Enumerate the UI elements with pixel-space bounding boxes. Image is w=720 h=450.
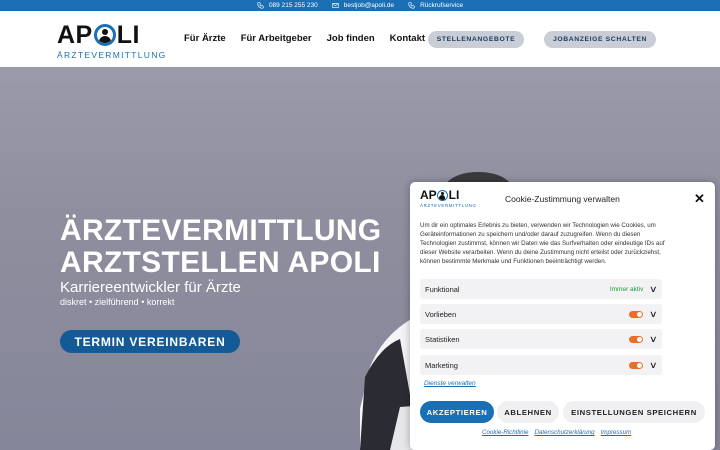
phone-contact[interactable]: 089 215 255 230 xyxy=(257,2,318,9)
category-marketing[interactable]: Marketing ∨ xyxy=(420,355,662,375)
email-address: bestjob@apoli.de xyxy=(343,2,395,9)
site-header: AP LI ÄRZTEVERMITTLUNG Für Ärzte Für Arb… xyxy=(0,11,720,67)
chevron-down-icon[interactable]: ∨ xyxy=(649,360,658,369)
accept-button[interactable]: AKZEPTIEREN xyxy=(420,401,494,423)
cookie-dialog-logo: AP LI ÄRZTEVERMITTLUNG xyxy=(420,188,477,208)
callback-label: Rückrufservice xyxy=(420,2,464,9)
cookie-dialog-title: Cookie-Zustimmung verwalten xyxy=(505,194,620,204)
nav-item-job-finden[interactable]: Job finden xyxy=(327,33,375,44)
cookie-description: Um dir ein optimales Erlebnis zu bieten,… xyxy=(420,222,665,265)
category-label: Statistiken xyxy=(425,334,460,344)
cookie-footer-links: Cookie-Richtlinie Datenschutzerklärung I… xyxy=(482,429,631,436)
callback-link[interactable]: Rückrufservice xyxy=(408,2,463,9)
dienste-verwalten-link[interactable]: Dienste verwalten xyxy=(424,380,476,387)
logo-subtitle: ÄRZTEVERMITTLUNG xyxy=(57,50,167,60)
phone-number: 089 215 255 230 xyxy=(268,2,318,9)
main-nav: Für Ärzte Für Arbeitgeber Job finden Kon… xyxy=(184,33,425,44)
save-settings-button[interactable]: EINSTELLUNGEN SPEICHERN xyxy=(563,401,705,423)
imprint-link[interactable]: Impressum xyxy=(601,429,632,436)
category-funktional[interactable]: Funktional Immer aktiv ∨ xyxy=(420,279,662,299)
doctor-avatar-icon xyxy=(437,189,449,201)
category-label: Funktional xyxy=(425,284,460,294)
always-active-label: Immer aktiv xyxy=(609,285,644,293)
cookie-consent-dialog: AP LI ÄRZTEVERMITTLUNG Cookie-Zustimmung… xyxy=(410,182,715,450)
category-vorlieben[interactable]: Vorlieben ∨ xyxy=(420,304,662,324)
category-statistiken[interactable]: Statistiken ∨ xyxy=(420,329,662,349)
marketing-toggle[interactable] xyxy=(629,361,644,369)
hero-heading-line2: ARZTSTELLEN APOLI xyxy=(60,246,381,279)
close-icon[interactable]: ✕ xyxy=(694,192,705,205)
doctor-avatar-icon xyxy=(93,24,116,46)
chevron-down-icon[interactable]: ∨ xyxy=(649,284,658,293)
hero-tagline: diskret • zielführend • korrekt xyxy=(60,297,175,307)
email-contact[interactable]: bestjob@apoli.de xyxy=(332,2,394,9)
nav-item-fuer-aerzte[interactable]: Für Ärzte xyxy=(184,33,226,44)
jobanzeige-schalten-button[interactable]: JOBANZEIGE SCHALTEN xyxy=(544,31,656,48)
phone-icon xyxy=(257,2,264,9)
mail-icon xyxy=(332,3,339,8)
nav-item-kontakt[interactable]: Kontakt xyxy=(390,33,425,44)
nav-item-fuer-arbeitgeber[interactable]: Für Arbeitgeber xyxy=(241,33,312,44)
category-label: Vorlieben xyxy=(425,309,457,319)
top-contact-bar: 089 215 255 230 bestjob@apoli.de Rückruf… xyxy=(0,0,720,11)
hero-heading: ÄRZTEVERMITTLUNG ARZTSTELLEN APOLI xyxy=(60,215,381,279)
category-label: Marketing xyxy=(425,360,458,370)
reject-button[interactable]: ABLEHNEN xyxy=(497,401,559,423)
hero-heading-line1: ÄRZTEVERMITTLUNG xyxy=(60,214,382,247)
statistiken-toggle[interactable] xyxy=(629,335,644,343)
privacy-policy-link[interactable]: Datenschutzerklärung xyxy=(534,429,594,436)
termin-vereinbaren-button[interactable]: TERMIN VEREINBAREN xyxy=(60,330,240,353)
vorlieben-toggle[interactable] xyxy=(629,310,644,318)
logo-wordmark: AP LI xyxy=(57,21,140,49)
chevron-down-icon[interactable]: ∨ xyxy=(649,334,658,343)
cookie-policy-link[interactable]: Cookie-Richtlinie xyxy=(482,429,528,436)
phone-callback-icon xyxy=(408,2,415,9)
chevron-down-icon[interactable]: ∨ xyxy=(649,309,658,318)
hero-subtitle: Karriereentwickler für Ärzte xyxy=(60,279,241,296)
stellenangebote-button[interactable]: STELLENANGEBOTE xyxy=(428,31,524,48)
apoli-logo[interactable]: AP LI ÄRZTEVERMITTLUNG xyxy=(57,21,167,61)
cookie-logo-subtitle: ÄRZTEVERMITTLUNG xyxy=(420,203,477,208)
